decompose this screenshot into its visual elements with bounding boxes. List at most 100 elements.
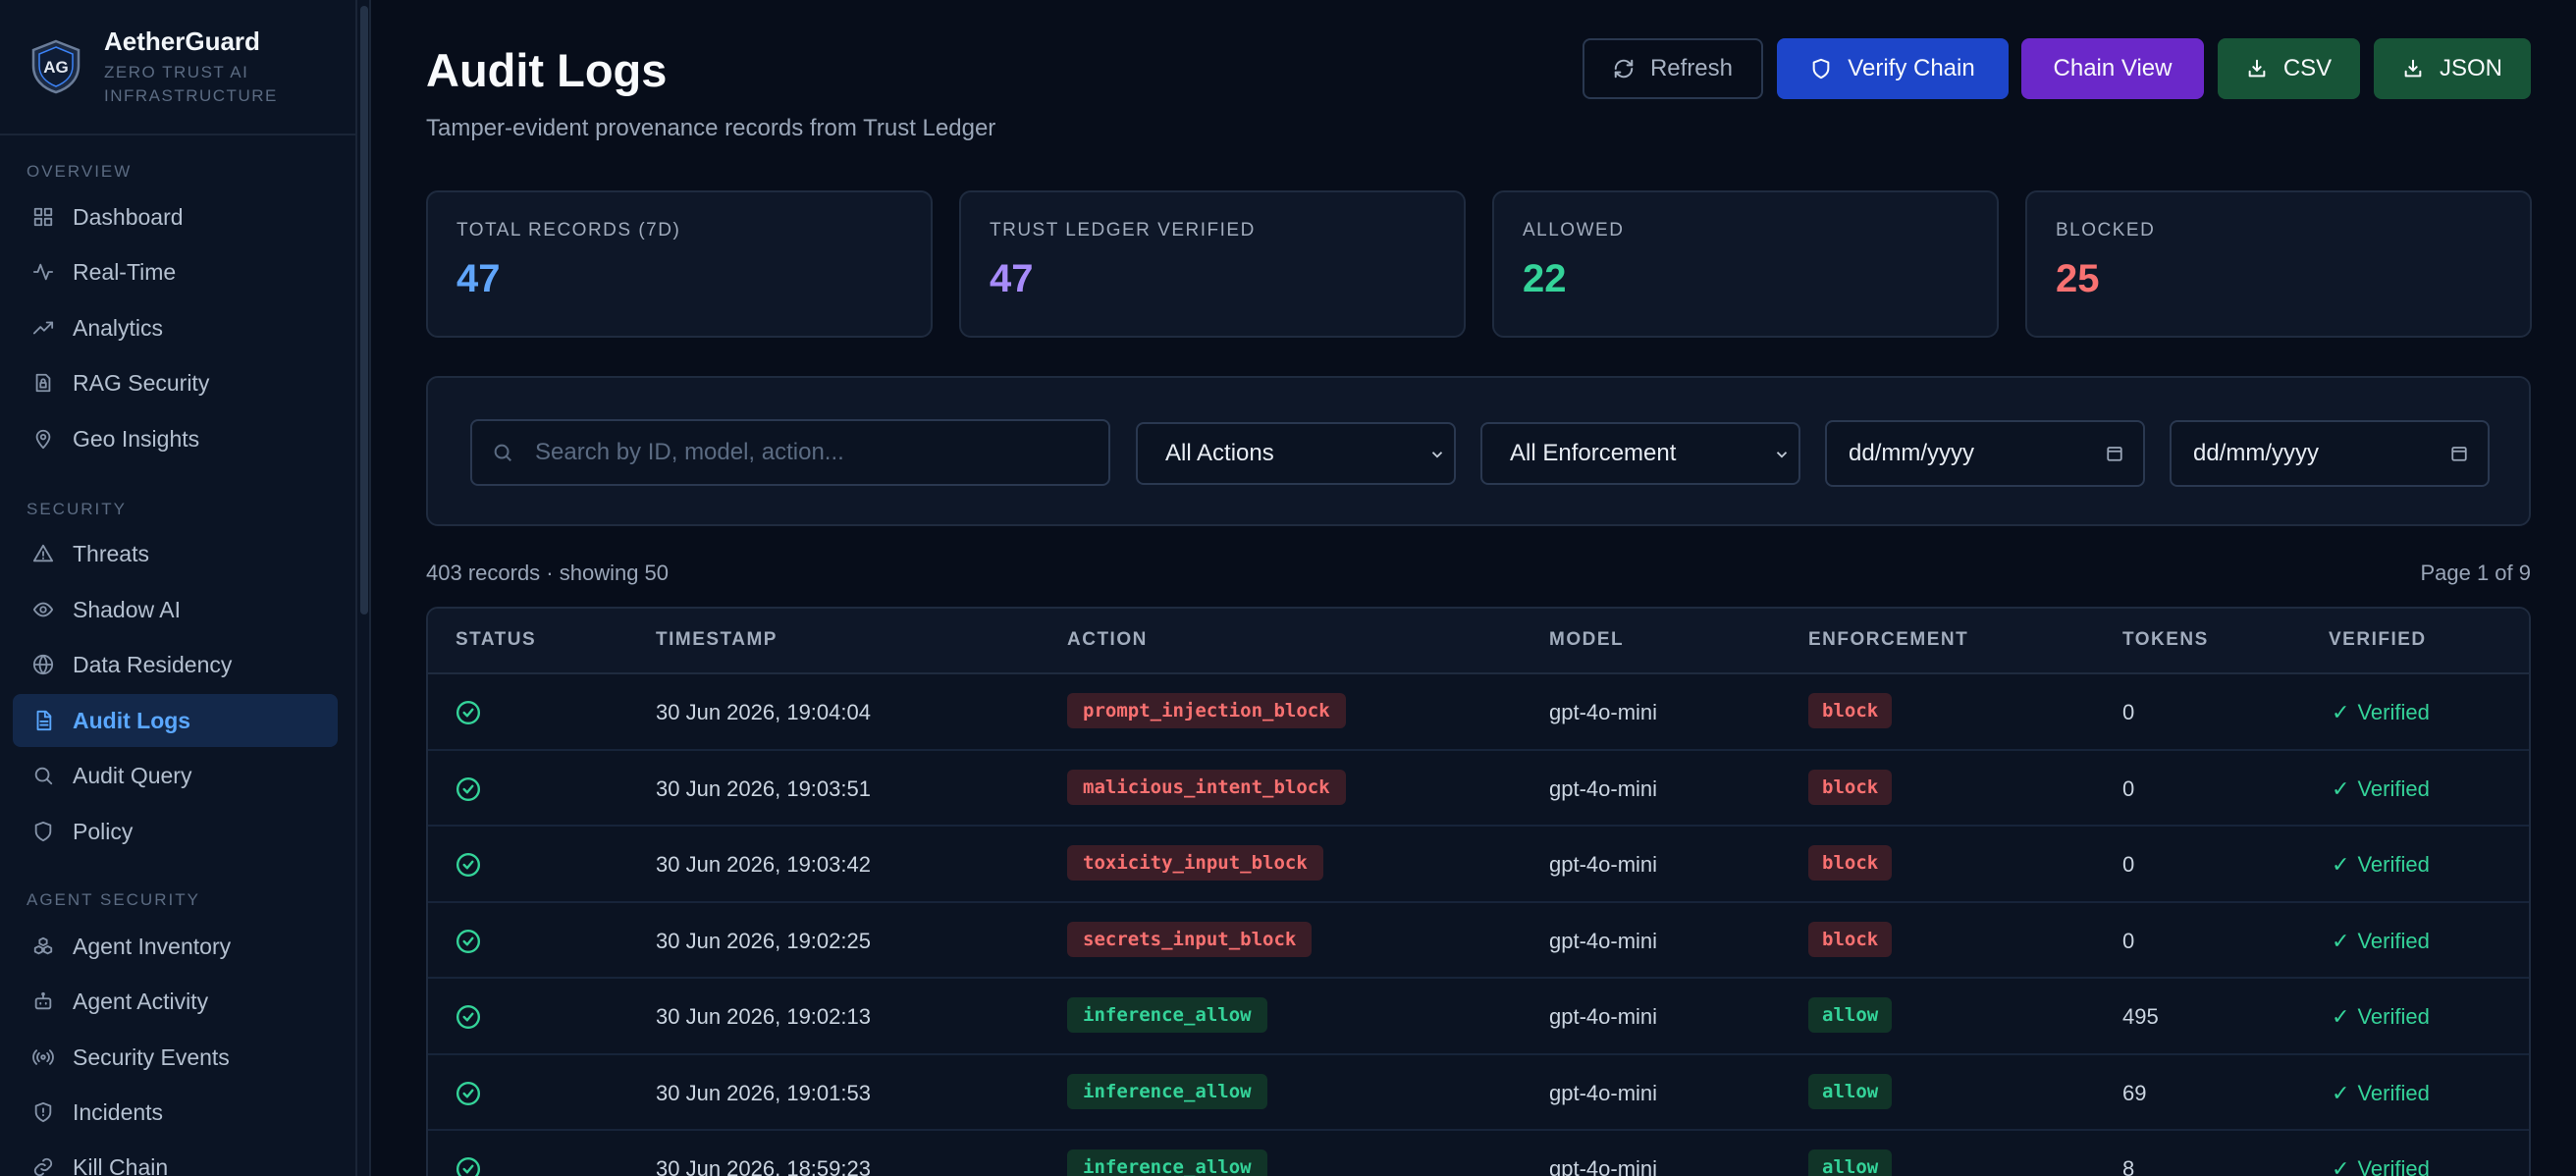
- sidebar-item-real-time[interactable]: Real-Time: [13, 245, 338, 298]
- sidebar-item-analytics[interactable]: Analytics: [13, 301, 338, 354]
- tokens-cell: 0: [2122, 775, 2135, 801]
- column-header-enforcement[interactable]: ENFORCEMENT: [1808, 629, 1968, 651]
- page-indicator: Page 1 of 9: [2420, 561, 2531, 585]
- warning-icon: [32, 544, 54, 562]
- column-header-model[interactable]: MODEL: [1549, 629, 1624, 651]
- sidebar-item-policy[interactable]: Policy: [13, 805, 338, 858]
- link-icon: [33, 1157, 53, 1176]
- status-cell: [456, 929, 481, 954]
- shield-icon: [34, 821, 52, 842]
- sidebar-item-agent-inventory[interactable]: Agent Inventory: [13, 920, 338, 973]
- sidebar-item-label: Geo Insights: [73, 425, 200, 452]
- column-header-verified[interactable]: VERIFIED: [2329, 629, 2427, 651]
- action-badge: inference_allow: [1067, 1073, 1267, 1109]
- stat-value: 25: [2056, 257, 2100, 300]
- audit-log-table: STATUS TIMESTAMP ACTION MODEL ENFORCEMEN…: [426, 607, 2531, 1176]
- json-label: JSON: [2439, 55, 2502, 81]
- sidebar-scrollbar[interactable]: [357, 0, 371, 1176]
- status-cell: [456, 1081, 481, 1106]
- tokens-cell: 0: [2122, 852, 2135, 877]
- table-row[interactable]: 30 Jun 2026, 18:59:23 inference_allow gp…: [428, 1131, 2529, 1176]
- sidebar-item-label: Policy: [73, 818, 134, 844]
- file-text-icon: [36, 710, 52, 731]
- verify-chain-button[interactable]: Verify Chain: [1777, 38, 2009, 99]
- sidebar-item-threats[interactable]: Threats: [13, 527, 338, 580]
- table-header: STATUS TIMESTAMP ACTION MODEL ENFORCEMEN…: [428, 609, 2529, 674]
- sidebar-item-label: Dashboard: [73, 203, 184, 230]
- model-cell: gpt-4o-mini: [1549, 1080, 1658, 1105]
- logo-text: AG: [43, 58, 69, 77]
- table-row[interactable]: 30 Jun 2026, 19:04:04 prompt_injection_b…: [428, 674, 2529, 751]
- check-icon: ✓: [2332, 1080, 2350, 1105]
- sidebar-item-label: RAG Security: [73, 369, 210, 396]
- export-json-button[interactable]: JSON: [2374, 38, 2531, 99]
- calendar-icon[interactable]: [2106, 445, 2123, 462]
- action-badge: secrets_input_block: [1067, 921, 1313, 957]
- status-cell: [456, 1004, 481, 1030]
- stat-value: 47: [456, 257, 501, 300]
- column-header-timestamp[interactable]: TIMESTAMP: [656, 629, 778, 651]
- sidebar-item-dashboard[interactable]: Dashboard: [13, 190, 338, 243]
- column-header-action[interactable]: ACTION: [1067, 629, 1148, 651]
- verified-cell: ✓ Verified: [2332, 1081, 2430, 1106]
- sidebar-item-rag-security[interactable]: RAG Security: [13, 356, 338, 409]
- column-header-status[interactable]: STATUS: [456, 629, 536, 651]
- sidebar-item-kill-chain[interactable]: Kill Chain: [13, 1141, 338, 1176]
- verified-label: Verified: [2357, 852, 2430, 877]
- enforcement-badge: block: [1808, 693, 1893, 728]
- status-cell: [456, 852, 481, 878]
- verified-label: Verified: [2357, 700, 2430, 724]
- shield-alert-icon: [34, 1101, 52, 1123]
- verified-cell: ✓ Verified: [2332, 700, 2430, 725]
- refresh-button[interactable]: Refresh: [1583, 38, 1763, 99]
- table-row[interactable]: 30 Jun 2026, 19:02:25 secrets_input_bloc…: [428, 903, 2529, 979]
- chevron-down-icon: [1431, 452, 1443, 458]
- search-icon: [34, 767, 53, 785]
- search-box[interactable]: [470, 419, 1110, 486]
- sidebar-item-label: Kill Chain: [73, 1153, 169, 1176]
- tokens-cell: 69: [2122, 1080, 2147, 1105]
- chain-view-button[interactable]: Chain View: [2021, 38, 2204, 99]
- sidebar-item-label: Audit Logs: [73, 707, 191, 733]
- tokens-cell: 8: [2122, 1156, 2135, 1176]
- table-row[interactable]: 30 Jun 2026, 19:02:13 inference_allow gp…: [428, 979, 2529, 1055]
- sidebar-item-shadow-ai[interactable]: Shadow AI: [13, 583, 338, 636]
- check-icon: ✓: [2332, 700, 2350, 724]
- calendar-icon[interactable]: [2450, 445, 2468, 462]
- status-cell: [456, 700, 481, 725]
- search-input[interactable]: [535, 439, 1085, 466]
- sidebar-item-audit-query[interactable]: Audit Query: [13, 749, 338, 802]
- status-cell: [456, 1156, 481, 1176]
- export-csv-button[interactable]: CSV: [2218, 38, 2360, 99]
- model-cell: gpt-4o-mini: [1549, 852, 1658, 877]
- sidebar-item-label: Agent Activity: [73, 988, 209, 1014]
- table-row[interactable]: 30 Jun 2026, 19:03:51 malicious_intent_b…: [428, 751, 2529, 827]
- brand[interactable]: AG AetherGuard ZERO TRUST AI INFRASTRUCT…: [0, 0, 355, 135]
- timestamp-cell: 30 Jun 2026, 19:04:04: [656, 700, 871, 724]
- sidebar-item-data-residency[interactable]: Data Residency: [13, 638, 338, 691]
- sidebar-item-geo-insights[interactable]: Geo Insights: [13, 412, 338, 465]
- download-icon: [2404, 59, 2422, 78]
- verify-chain-label: Verify Chain: [1848, 55, 1975, 81]
- refresh-label: Refresh: [1649, 55, 1734, 81]
- refresh-icon: [1614, 59, 1634, 79]
- sidebar-scrollbar-thumb[interactable]: [360, 6, 368, 615]
- date-to-input[interactable]: dd/mm/yyyy: [2170, 420, 2490, 487]
- check-circle-icon: [456, 776, 481, 801]
- check-circle-icon: [456, 1156, 481, 1176]
- check-circle-icon: [456, 1004, 481, 1030]
- column-header-tokens[interactable]: TOKENS: [2122, 629, 2209, 651]
- table-row[interactable]: 30 Jun 2026, 19:01:53 inference_allow gp…: [428, 1055, 2529, 1131]
- sidebar-item-audit-logs[interactable]: Audit Logs: [13, 694, 338, 747]
- verified-cell: ✓ Verified: [2332, 1004, 2430, 1030]
- sidebar-item-incidents[interactable]: Incidents: [13, 1086, 338, 1139]
- section-label-overview: OVERVIEW: [27, 162, 133, 181]
- table-row[interactable]: 30 Jun 2026, 19:03:42 toxicity_input_blo…: [428, 827, 2529, 903]
- verified-label: Verified: [2357, 1156, 2430, 1176]
- sidebar-item-agent-activity[interactable]: Agent Activity: [13, 975, 338, 1028]
- enforcement-filter-select[interactable]: All Enforcement: [1480, 422, 1800, 485]
- sidebar-item-security-events[interactable]: Security Events: [13, 1031, 338, 1084]
- date-from-input[interactable]: dd/mm/yyyy: [1825, 420, 2145, 487]
- shield-icon: [1812, 58, 1830, 80]
- action-filter-select[interactable]: All Actions: [1136, 422, 1456, 485]
